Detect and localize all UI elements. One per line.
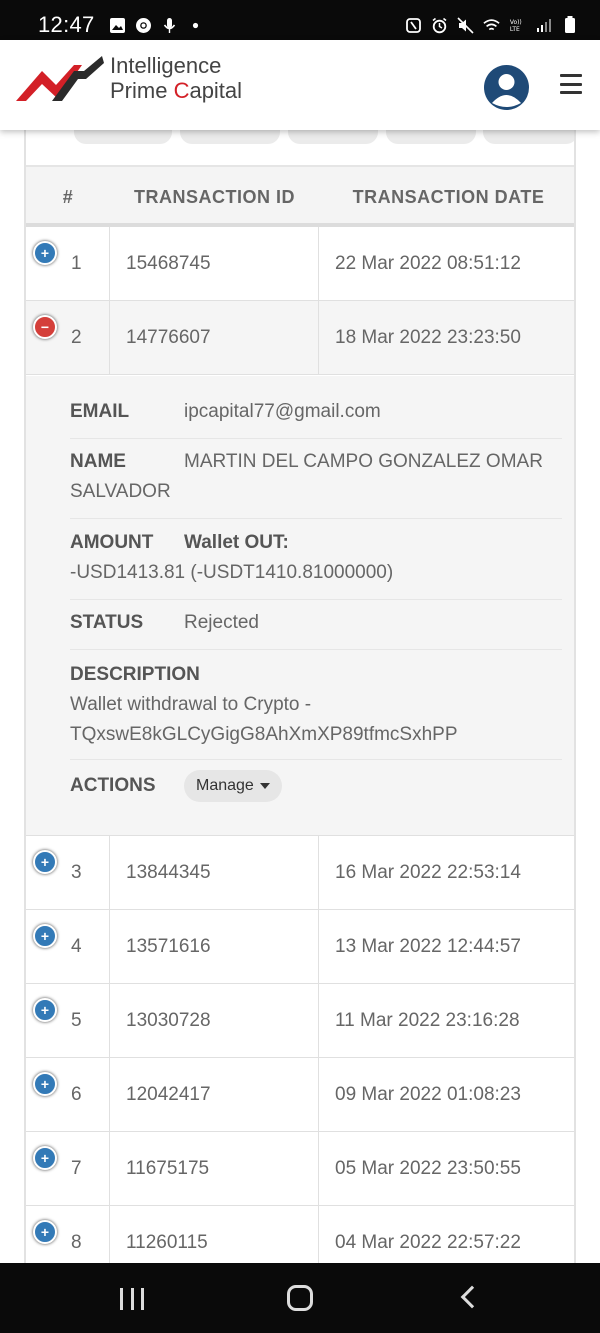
row-transaction-date: 22 Mar 2022 08:51:12 bbox=[335, 253, 521, 274]
row-transaction-date: 04 Mar 2022 22:57:22 bbox=[335, 1232, 521, 1253]
volte-icon: Vo)) LTE bbox=[509, 17, 526, 34]
row-num: 6 bbox=[26, 1058, 110, 1132]
nfc-icon bbox=[405, 17, 422, 34]
status-time: 12:47 bbox=[38, 12, 95, 37]
battery-icon bbox=[561, 16, 578, 34]
table-row[interactable]: + 1 15468745 22 Mar 2022 08:51:12 bbox=[26, 227, 574, 301]
signal-icon bbox=[535, 17, 552, 34]
toolbar-button-1[interactable] bbox=[74, 130, 172, 144]
user-avatar-icon[interactable] bbox=[484, 65, 529, 110]
mute-icon bbox=[457, 16, 474, 34]
row-transaction-date: 18 Mar 2022 23:23:50 bbox=[335, 327, 521, 348]
table-row[interactable]: + 8 11260115 04 Mar 2022 22:57:22 bbox=[26, 1206, 574, 1263]
brand-line-1: Intelligence bbox=[110, 53, 222, 78]
manage-dropdown-button[interactable]: Manage bbox=[184, 770, 282, 802]
toolbar-button-3[interactable] bbox=[288, 130, 378, 144]
row-num: 7 bbox=[26, 1132, 110, 1206]
alarm-icon bbox=[431, 17, 448, 34]
detail-email-value: ipcapital77@gmail.com bbox=[184, 401, 381, 422]
row-transaction-date: 16 Mar 2022 22:53:14 bbox=[335, 862, 521, 883]
row-transaction-date: 11 Mar 2022 23:16:28 bbox=[335, 1010, 520, 1031]
table-row[interactable]: + 7 11675175 05 Mar 2022 23:50:55 bbox=[26, 1132, 574, 1206]
row-num: 3 bbox=[26, 836, 110, 910]
row-num: 5 bbox=[26, 984, 110, 1058]
detail-amount-label: AMOUNT bbox=[70, 532, 154, 553]
row-transaction-id: 13030728 bbox=[110, 984, 319, 1058]
back-icon[interactable] bbox=[460, 1285, 484, 1309]
image-icon bbox=[109, 17, 126, 34]
row-transaction-id: 14776607 bbox=[110, 301, 319, 375]
detail-name-label: NAME bbox=[70, 451, 126, 472]
detail-email: EMAIL ipcapital77@gmail.com bbox=[70, 397, 562, 439]
system-nav-bar bbox=[0, 1263, 600, 1333]
svg-text:LTE: LTE bbox=[510, 26, 520, 33]
toolbar-button-2[interactable] bbox=[180, 130, 280, 144]
toolbar-button-5[interactable] bbox=[483, 130, 574, 144]
header-transaction-date[interactable]: TRANSACTION DATE bbox=[319, 187, 574, 208]
detail-amount-type: Wallet OUT: bbox=[184, 532, 289, 553]
brand-line-2a: Prime bbox=[110, 78, 174, 103]
detail-actions-label: ACTIONS bbox=[70, 775, 156, 797]
recent-apps-icon[interactable] bbox=[120, 1288, 144, 1310]
detail-status: STATUS Rejected bbox=[70, 608, 562, 650]
detail-status-label: STATUS bbox=[70, 612, 144, 633]
detail-actions: ACTIONS Manage bbox=[70, 770, 562, 810]
detail-status-value: Rejected bbox=[184, 612, 259, 633]
table-row[interactable]: + 5 13030728 11 Mar 2022 23:16:28 bbox=[26, 984, 574, 1058]
chrome-icon bbox=[135, 17, 152, 34]
table-row-expanded[interactable]: − 2 14776607 18 Mar 2022 23:23:50 bbox=[26, 301, 574, 375]
row-transaction-id: 13844345 bbox=[110, 836, 319, 910]
row-transaction-id: 13571616 bbox=[110, 910, 319, 984]
detail-email-label: EMAIL bbox=[70, 401, 130, 422]
detail-description-value: Wallet withdrawal to Crypto - TQxswE8kGL… bbox=[70, 694, 458, 745]
toolbar-button-4[interactable] bbox=[386, 130, 476, 144]
svg-text:Vo)): Vo)) bbox=[510, 19, 522, 26]
header-transaction-id[interactable]: TRANSACTION ID bbox=[110, 187, 319, 208]
header-num[interactable]: # bbox=[26, 187, 110, 208]
table-row[interactable]: + 3 13844345 16 Mar 2022 22:53:14 bbox=[26, 836, 574, 910]
detail-name: NAME MARTIN DEL CAMPO GONZALEZ OMAR SALVA… bbox=[70, 447, 562, 519]
table-row[interactable]: + 6 12042417 09 Mar 2022 01:08:23 bbox=[26, 1058, 574, 1132]
dot-icon bbox=[187, 17, 204, 34]
caret-down-icon bbox=[259, 783, 270, 789]
hamburger-menu-icon[interactable] bbox=[560, 74, 582, 94]
row-transaction-id: 11260115 bbox=[110, 1206, 319, 1263]
row-transaction-id: 15468745 bbox=[110, 227, 319, 301]
brand-name[interactable]: Intelligence Prime Capital bbox=[110, 53, 242, 103]
row-transaction-date: 05 Mar 2022 23:50:55 bbox=[335, 1158, 521, 1179]
mic-icon bbox=[161, 17, 178, 34]
row-transaction-date: 09 Mar 2022 01:08:23 bbox=[335, 1084, 521, 1105]
row-num: 2 bbox=[26, 301, 110, 375]
detail-amount: AMOUNT Wallet OUT: -USD1413.81 (-USDT1410… bbox=[70, 528, 562, 600]
detail-description-label: DESCRIPTION bbox=[70, 664, 200, 685]
row-transaction-date: 13 Mar 2022 12:44:57 bbox=[335, 936, 521, 957]
row-num: 1 bbox=[26, 227, 110, 301]
row-transaction-id: 12042417 bbox=[110, 1058, 319, 1132]
table-row[interactable]: + 4 13571616 13 Mar 2022 12:44:57 bbox=[26, 910, 574, 984]
wifi-icon bbox=[483, 17, 500, 34]
logo-icon[interactable] bbox=[14, 53, 104, 103]
brand-line-2b: C bbox=[173, 78, 190, 103]
row-num: 4 bbox=[26, 910, 110, 984]
app-header: Intelligence Prime Capital bbox=[0, 40, 600, 130]
manage-label: Manage bbox=[196, 777, 254, 794]
detail-amount-value: -USD1413.81 (-USDT1410.81000000) bbox=[70, 562, 394, 583]
row-num: 8 bbox=[26, 1206, 110, 1263]
table-header: # TRANSACTION ID TRANSACTION DATE bbox=[26, 165, 574, 227]
detail-description: DESCRIPTION Wallet withdrawal to Crypto … bbox=[70, 660, 562, 760]
toolbar-buttons bbox=[26, 130, 574, 165]
brand-line-2c: apital bbox=[189, 78, 243, 103]
transactions-panel: # TRANSACTION ID TRANSACTION DATE + 1 15… bbox=[24, 130, 576, 1263]
row-transaction-id: 11675175 bbox=[110, 1132, 319, 1206]
row-details: EMAIL ipcapital77@gmail.com NAME MARTIN DE… bbox=[26, 376, 574, 836]
home-icon[interactable] bbox=[287, 1285, 313, 1311]
